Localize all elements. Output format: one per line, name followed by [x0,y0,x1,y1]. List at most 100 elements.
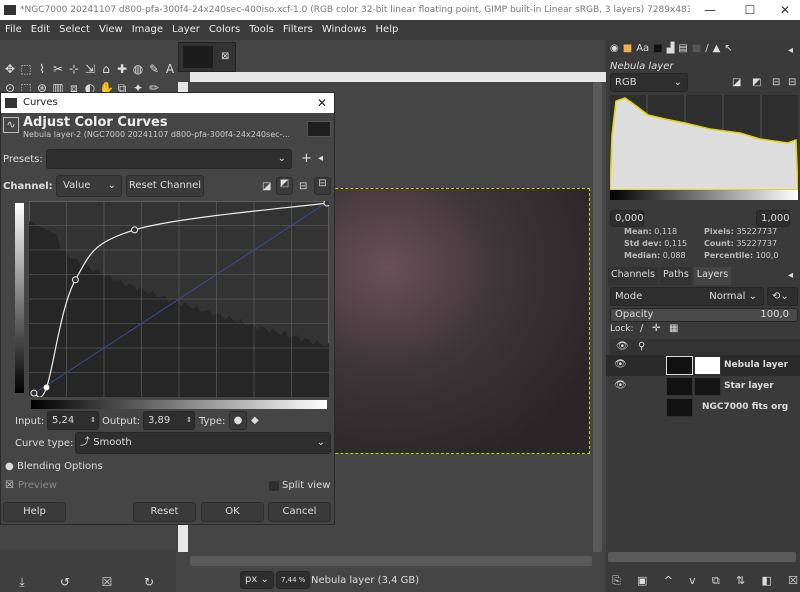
curve-graph[interactable] [29,201,329,397]
menu-filters[interactable]: Filters [283,20,313,40]
new-group-icon[interactable]: ▣ [637,574,647,588]
menu-layer[interactable]: Layer [172,20,200,40]
menu-edit[interactable]: Edit [31,20,50,40]
tool-icon[interactable]: ✚ [115,62,129,76]
restore-icon[interactable]: ↺ [58,575,72,589]
expander-icon[interactable]: ● [5,461,14,472]
tab-paths[interactable]: Paths [659,267,692,285]
hist-log-bar-icon[interactable]: ⊟ [788,77,796,88]
histogram-tab-icon[interactable]: ▟ [667,43,675,54]
range-min-spinbox[interactable]: 0,000 [610,210,644,227]
log-histogram-icon[interactable]: ⊟ [314,177,331,195]
reset-button[interactable]: Reset [133,502,196,522]
hist-log-icon[interactable]: ◩ [752,77,761,88]
hist-linear-icon[interactable]: ◪ [732,77,741,88]
cancel-button[interactable]: Cancel [268,502,331,522]
layer-row[interactable]: 👁 Star layer [606,376,800,397]
curve-point[interactable] [323,201,329,207]
log-scale-icon[interactable]: ◩ [276,177,293,195]
curve-type-select[interactable]: ⤴ Smooth ⌄ [75,432,331,454]
layers-scrollbar[interactable] [608,552,796,562]
menu-file[interactable]: File [5,20,22,40]
blending-options-expander[interactable]: Blending Options [17,461,103,472]
menu-colors[interactable]: Colors [209,20,240,40]
tool-icon[interactable]: A [163,62,177,76]
menu-help[interactable]: Help [376,20,399,40]
vertical-scrollbar[interactable] [593,82,602,552]
maximize-button[interactable]: ☐ [730,0,770,20]
lock-pixels-icon[interactable]: / [640,323,643,334]
layer-row[interactable]: NGC7000 fits org [606,397,800,418]
save-preset-icon[interactable]: ⤓ [15,575,29,589]
brushes-tab-icon[interactable]: ■ [623,43,632,54]
split-view-checkbox[interactable] [269,481,279,491]
curve-point[interactable] [30,389,38,397]
menu-view[interactable]: View [99,20,123,40]
mode-select[interactable]: Mode Normal ⌄ [610,287,764,306]
reset-icon[interactable]: ↻ [142,575,156,589]
menu-select[interactable]: Select [59,20,90,40]
tool-icon[interactable]: ⬚ [19,62,33,76]
curve-point[interactable] [43,384,50,391]
presets-select[interactable]: ⌄ [46,149,292,169]
horizontal-scrollbar[interactable] [190,556,592,566]
image-tab[interactable]: ⊠ [178,42,236,72]
close-button[interactable]: ✕ [765,0,800,20]
ok-button[interactable]: OK [201,502,264,522]
tab-layers[interactable]: Layers [693,267,732,285]
paint-tab-icon[interactable]: / [705,43,708,54]
histogram-channel-select[interactable]: RGB ⌄ [610,73,688,92]
tab-channels[interactable]: Channels [608,267,658,285]
image-canvas[interactable] [300,188,590,454]
smooth-point-icon[interactable]: ● [229,411,247,430]
tool-icon[interactable]: ⌂ [99,62,113,76]
input-spinbox[interactable]: 5,24 ⇕ [47,411,99,430]
range-max-spinbox[interactable]: 1,000 [756,210,790,227]
eye-icon[interactable]: 👁 [614,380,627,391]
unit-select[interactable]: px ⌄ [240,571,274,589]
images-tab-icon[interactable]: ▤ [678,43,687,54]
lock-position-icon[interactable]: ✛ [652,323,660,334]
close-tab-icon[interactable]: ⊠ [221,51,229,62]
help-button[interactable]: Help [3,502,66,522]
corner-point-icon[interactable]: ◆ [251,415,259,426]
tool-icon[interactable]: ⇲ [83,62,97,76]
lower-layer-icon[interactable]: v [689,574,696,588]
opacity-slider[interactable]: Opacity 100,0 [610,308,798,322]
menu-tools[interactable]: Tools [249,20,274,40]
preview-checkbox[interactable]: ☒ [5,480,14,491]
eye-icon[interactable]: 👁 [614,359,627,370]
duplicate-layer-icon[interactable]: ⧉ [712,574,720,588]
reset-channel-button[interactable]: Reset Channel [126,175,204,197]
patterns-tab-icon[interactable]: ■ [653,43,662,54]
menu-image[interactable]: Image [132,20,163,40]
curve-point[interactable] [71,276,79,284]
tool-icon[interactable]: ✥ [3,62,17,76]
delete-icon[interactable]: ☒ [100,575,114,589]
gradients-tab-icon[interactable]: ■ [692,43,701,54]
hist-linear-bar-icon[interactable]: ⊟ [772,77,780,88]
preset-menu-icon[interactable]: ◂ [318,153,323,164]
new-layer-icon[interactable]: ⎘ [612,574,621,588]
add-preset-icon[interactable]: + [301,151,312,166]
linear-histogram-icon[interactable]: ⊟ [299,181,307,192]
pointer-tab-icon[interactable]: ▲ [713,43,721,54]
lock-alpha-icon[interactable]: ▦ [669,323,678,334]
zoom-select[interactable]: 7,44 % [276,571,310,589]
output-spinbox[interactable]: 3,89 ⇕ [143,411,195,430]
delete-layer-icon[interactable]: ☒ [788,574,798,588]
layers-dock-menu-icon[interactable]: ◂ [788,270,793,281]
curve-point[interactable] [131,226,139,234]
tool-icon[interactable]: ⊹ [67,62,81,76]
minimize-button[interactable]: — [690,0,730,20]
layer-row[interactable]: 👁 Nebula layer [606,355,800,376]
tool-icon[interactable]: ✎ [147,62,161,76]
dialog-close-button[interactable]: ✕ [317,93,327,113]
cursor-tab-icon[interactable]: ↖ [724,43,732,54]
tool-options-tab-icon[interactable]: ◉ [610,43,619,54]
raise-layer-icon[interactable]: ^ [664,574,673,588]
tool-icon[interactable]: ◍ [131,62,145,76]
tool-icon[interactable]: ⌇ [35,62,49,76]
mask-icon[interactable]: ◧ [761,574,771,588]
tool-icon[interactable]: ✂ [51,62,65,76]
